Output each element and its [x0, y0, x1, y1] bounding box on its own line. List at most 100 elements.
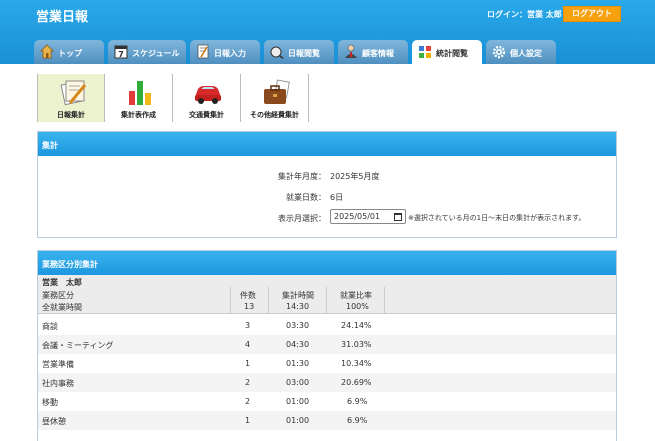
bar-chart-icon — [129, 81, 151, 105]
row-ratio: 31.03% — [341, 340, 372, 349]
divider — [326, 287, 327, 314]
divider — [268, 287, 269, 314]
row-count: 1 — [245, 359, 251, 368]
tab-schedule[interactable]: 7 スケジュール — [108, 40, 186, 64]
row-time: 04:30 — [286, 340, 310, 349]
subnav-label: 交通費集計 — [189, 111, 224, 119]
table-header: 営業 太郎 業務区分 件数 集計時間 就業比率 全就業時間 13 14:30 1… — [38, 275, 616, 314]
table-row: 社内事務 2 03:00 20.69% — [38, 373, 616, 392]
table-row: 会議・ミーティング 4 04:30 31.03% — [38, 335, 616, 354]
row-ratio: 6.9% — [347, 397, 368, 406]
separator: ： — [318, 193, 326, 202]
divider — [230, 287, 231, 314]
table-body: 商談 3 03:30 24.14% 会議・ミーティング 4 04:30 31.0… — [38, 316, 616, 430]
report-view-icon — [270, 46, 284, 59]
tab-report-view[interactable]: 日報閲覧 — [264, 40, 334, 64]
statistics-icon — [419, 46, 431, 58]
gear-icon — [492, 45, 506, 59]
tab-label: 顧客情報 — [362, 49, 394, 58]
login-label: ログイン： — [487, 10, 527, 19]
table-row: 昼休憩 1 01:00 6.9% — [38, 411, 616, 430]
row-time: 01:00 — [286, 397, 310, 406]
row-count: 4 — [245, 340, 251, 349]
row-count: 2 — [245, 378, 251, 387]
tab-label: スケジュール — [132, 49, 180, 58]
row-time: 01:30 — [286, 359, 310, 368]
separator: ： — [318, 172, 326, 181]
tab-customer[interactable]: 顧客情報 — [338, 40, 408, 64]
header-category: 業務区分 — [42, 291, 74, 300]
calendar-icon[interactable] — [394, 213, 402, 221]
header-ratio: 就業比率 — [340, 291, 372, 300]
row-time: 03:00 — [286, 378, 310, 387]
month-date-input[interactable]: 2025/05/01 — [330, 209, 406, 224]
period-value: 2025年5月度 — [330, 172, 380, 181]
subnav-table-create[interactable]: 集計表作成 — [105, 74, 173, 122]
row-count: 1 — [245, 416, 251, 425]
logout-button[interactable]: ログアウト — [563, 6, 621, 22]
tab-label: 日報閲覧 — [288, 49, 320, 58]
report-input-icon — [197, 44, 209, 59]
tab-report-input[interactable]: 日報入力 — [190, 40, 260, 64]
table-row: 移動 2 01:00 6.9% — [38, 392, 616, 411]
row-count: 3 — [245, 321, 251, 330]
summary-panel-title: 集計 — [38, 132, 616, 156]
table-row: 営業準備 1 01:30 10.34% — [38, 354, 616, 373]
employee-name: 営業 太郎 — [42, 278, 82, 287]
days-label: 就業日数 — [286, 193, 318, 202]
row-count: 2 — [245, 397, 251, 406]
user-name: 営業 太郎 — [527, 10, 562, 19]
calendar-icon: 7 — [114, 45, 128, 59]
subnav-label: その他経費集計 — [250, 111, 299, 119]
report-summary-icon — [60, 80, 87, 106]
row-category: 移動 — [42, 398, 58, 407]
car-icon — [195, 86, 221, 104]
tab-top[interactable]: トップ — [34, 40, 104, 64]
days-value: 6日 — [330, 193, 344, 202]
tab-label: 日報入力 — [214, 49, 246, 58]
month-label: 表示月選択 — [278, 214, 318, 223]
header-count: 件数 — [240, 291, 256, 300]
row-ratio: 10.34% — [341, 359, 372, 368]
row-category: 営業準備 — [42, 360, 74, 369]
row-category: 会議・ミーティング — [42, 341, 114, 350]
subnav-transport[interactable]: 交通費集計 — [173, 74, 241, 122]
tab-label: 統計閲覧 — [436, 49, 468, 58]
subnav-report-summary[interactable]: 日報集計 — [37, 74, 105, 122]
app-header: 営業日報 ログイン： 営業 太郎 ログアウト トップ 7 スケジュール 日報入力… — [0, 0, 655, 64]
month-note: ※選択されている月の1日〜末日の集計が表示されます。 — [408, 214, 586, 222]
tab-label: トップ — [58, 49, 82, 58]
tab-personal-settings[interactable]: 個人設定 — [486, 40, 556, 64]
customer-icon — [345, 44, 357, 58]
home-icon — [40, 44, 54, 59]
tab-statistics[interactable]: 統計閲覧 — [412, 40, 482, 64]
row-ratio: 24.14% — [341, 321, 372, 330]
tab-label: 個人設定 — [510, 49, 542, 58]
subnav-label: 集計表作成 — [121, 111, 156, 119]
header-time: 集計時間 — [282, 291, 314, 300]
row-category: 昼休憩 — [42, 417, 66, 426]
period-label: 集計年月度 — [278, 172, 318, 181]
total-label: 全就業時間 — [42, 303, 82, 312]
total-time: 14:30 — [286, 302, 310, 311]
summary-panel: 集計 集計年月度 ： 2025年5月度 就業日数 ： 6日 表示月選択 ： 20… — [37, 131, 617, 238]
app-title: 営業日報 — [36, 10, 89, 25]
divider — [384, 287, 385, 314]
row-ratio: 20.69% — [341, 378, 372, 387]
briefcase-icon — [264, 79, 290, 104]
row-category: 商談 — [42, 322, 58, 331]
total-ratio: 100% — [346, 302, 369, 311]
subnav-label: 日報集計 — [57, 111, 85, 119]
row-category: 社内事務 — [42, 379, 74, 388]
svg-text:7: 7 — [118, 50, 124, 59]
row-ratio: 6.9% — [347, 416, 368, 425]
subnav-other-expenses[interactable]: その他経費集計 — [241, 74, 309, 122]
category-panel-title: 業務区分別集計 — [38, 251, 616, 275]
table-row: 商談 3 03:30 24.14% — [38, 316, 616, 335]
month-date-value: 2025/05/01 — [334, 212, 381, 221]
total-count: 13 — [244, 302, 255, 311]
row-time: 03:30 — [286, 321, 310, 330]
separator: ： — [318, 214, 326, 223]
row-time: 01:00 — [286, 416, 310, 425]
category-summary-panel: 業務区分別集計 営業 太郎 業務区分 件数 集計時間 就業比率 全就業時間 13… — [37, 250, 617, 441]
